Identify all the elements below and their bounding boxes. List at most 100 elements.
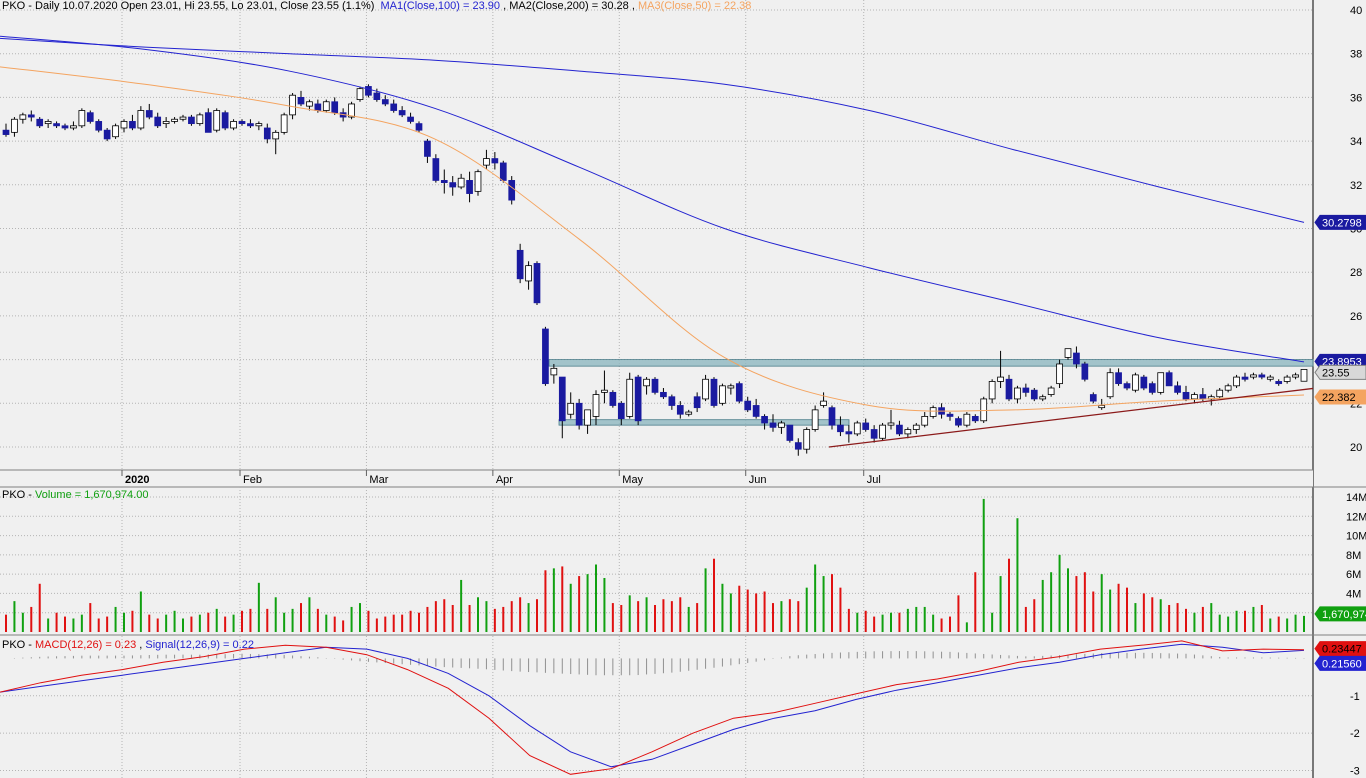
candle (154, 116, 162, 127)
month-label: Jul (867, 474, 881, 486)
volume-bar (443, 599, 446, 632)
candle (845, 431, 853, 435)
volume-bar (1269, 618, 1272, 632)
candle (19, 114, 27, 120)
volume-bar (1033, 599, 1036, 632)
candle (542, 328, 549, 385)
volume-bar (215, 608, 218, 632)
volume-bar (485, 601, 488, 632)
volume-bar (1016, 518, 1019, 632)
candle (1233, 376, 1240, 387)
volume-bar (940, 618, 943, 632)
candle (837, 424, 844, 433)
volume-bar (1218, 614, 1221, 632)
price-panel[interactable] (0, 0, 1313, 472)
candle (1039, 396, 1047, 400)
volume-bar (1008, 558, 1010, 632)
month-label: Jun (749, 474, 767, 486)
candle (735, 383, 743, 402)
candle (2, 129, 10, 135)
volume-bar (123, 612, 125, 632)
candle (407, 116, 414, 122)
volume-bar (198, 614, 201, 632)
volume-bar (1227, 616, 1230, 632)
volume-bar (72, 618, 75, 632)
volume-bar (620, 605, 623, 632)
volume-bar (729, 593, 732, 632)
volume-bar (401, 614, 404, 632)
candle (196, 114, 204, 125)
volume-bar (426, 606, 429, 632)
svg-text:23.55: 23.55 (1322, 367, 1350, 379)
volume-bar (881, 614, 884, 632)
candle (213, 110, 221, 131)
candle (904, 429, 912, 435)
candle (1064, 348, 1072, 358)
candle (449, 182, 457, 188)
volume-bar (249, 608, 252, 632)
volume-bar (1201, 606, 1204, 632)
volume-bar (156, 618, 159, 632)
candle (86, 112, 94, 122)
candle (1275, 381, 1283, 385)
volume-bar (477, 597, 479, 632)
volume-bar (755, 593, 758, 632)
volume-bar (569, 583, 572, 632)
volume-bar (670, 601, 673, 632)
price-header: PKO - Daily 10.07.2020 Open 23.01, Hi 23… (2, 0, 751, 12)
candle (1300, 369, 1308, 382)
candle (120, 121, 128, 129)
candle (36, 118, 44, 127)
volume-bar (460, 579, 463, 632)
volume-panel[interactable] (0, 487, 1313, 633)
candle (171, 118, 178, 122)
volume-bar (232, 614, 235, 632)
volume-tick-label: 14M (1346, 492, 1366, 504)
candle (752, 405, 760, 417)
macd-header-signal: Signal(12,26,9) = 0.22 (145, 639, 254, 651)
candle (803, 429, 811, 450)
volume-bar (1050, 572, 1053, 632)
volume-tick-label: 12M (1346, 511, 1366, 523)
volume-bar (738, 585, 741, 632)
volume-bar (392, 614, 395, 632)
volume-bar (949, 616, 951, 632)
candle (896, 424, 903, 435)
volume-bar (224, 616, 227, 632)
volume-bar (797, 601, 800, 632)
candle (263, 127, 271, 140)
month-label: Apr (496, 474, 513, 486)
volume-bar (831, 574, 833, 632)
candle (1081, 363, 1089, 380)
volume-bar (367, 610, 370, 632)
volume-bar (21, 612, 24, 632)
volume-bar (923, 606, 926, 632)
price-zone (548, 359, 1314, 367)
volume-bar (1286, 618, 1289, 632)
candle (1089, 394, 1097, 402)
badge-volume: 1,670,974 (1314, 606, 1366, 622)
candle (204, 112, 212, 133)
candle (247, 123, 254, 127)
volume-bar (316, 608, 319, 632)
candle (921, 416, 929, 426)
volume-bar (106, 616, 109, 632)
candle (1098, 405, 1106, 409)
volume-bar (611, 603, 614, 632)
candle (129, 121, 136, 129)
volume-bar (89, 603, 92, 632)
candle (1241, 376, 1249, 380)
candle (1224, 385, 1232, 391)
volume-bar (1134, 603, 1137, 632)
candle (946, 413, 954, 417)
candle (997, 376, 1004, 382)
candle (794, 442, 802, 450)
badge-signal: 0.21560 (1314, 655, 1366, 671)
candle (11, 118, 18, 133)
volume-tick-label: 10M (1346, 531, 1366, 543)
volume-bar (544, 570, 547, 632)
volume-bar (1024, 606, 1027, 632)
volume-bar (308, 597, 311, 632)
candle (466, 180, 473, 194)
volume-bar (982, 498, 985, 632)
